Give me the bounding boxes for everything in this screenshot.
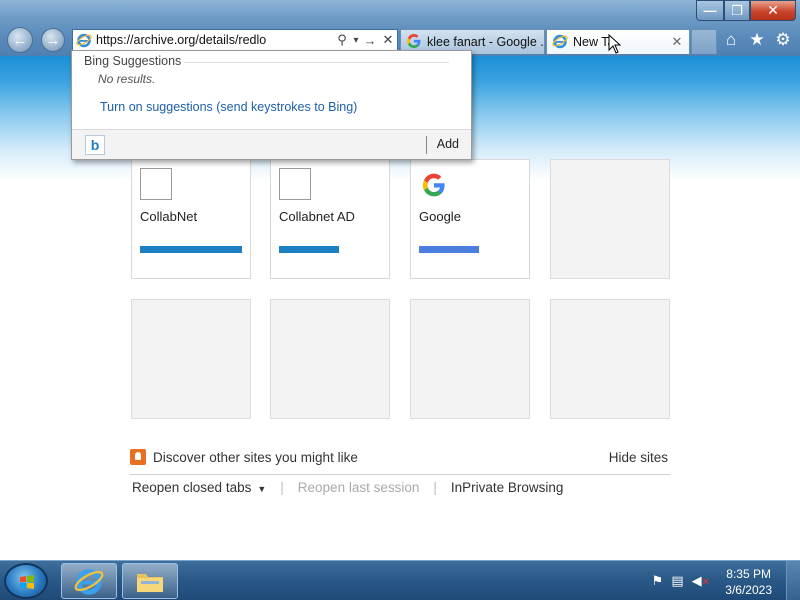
reopen-closed-tabs-link[interactable]: Reopen closed tabs ▼	[132, 480, 266, 495]
window-controls: — ❐ ✕	[696, 0, 796, 21]
back-button[interactable]: ←	[7, 27, 33, 53]
search-icon[interactable]: ⚲	[333, 32, 351, 48]
taskbar-clock[interactable]: 8:35 PM 3/6/2023	[725, 566, 772, 598]
minimize-button[interactable]: —	[696, 0, 724, 21]
address-bar[interactable]: https://archive.org/details/redlo ⚲ ▾ → …	[72, 29, 398, 51]
google-g-icon	[421, 172, 447, 201]
site-tile-google[interactable]: Google	[410, 159, 530, 279]
hide-sites-link[interactable]: Hide sites	[609, 450, 668, 465]
show-desktop-button[interactable]	[786, 561, 800, 600]
taskbar-ie-button[interactable]	[61, 563, 117, 599]
reopen-last-session-link[interactable]: Reopen last session	[298, 480, 420, 495]
divider	[184, 62, 449, 63]
activity-bar	[419, 246, 479, 253]
windows-taskbar: ⚑ ▤ ◀✕ 8:35 PM 3/6/2023	[0, 560, 800, 600]
tile-label: Google	[419, 209, 461, 224]
ie-icon	[74, 569, 104, 595]
caret-down-icon: ▼	[257, 484, 267, 494]
tile-label: Collabnet AD	[279, 209, 355, 224]
lightbulb-icon	[130, 449, 146, 465]
reopen-links: Reopen closed tabs ▼ | Reopen last sessio…	[132, 480, 563, 495]
close-window-button[interactable]: ✕	[750, 0, 796, 21]
restore-button[interactable]: ❐	[724, 0, 750, 21]
site-tile-collabnet-ad[interactable]: Collabnet AD	[270, 159, 390, 279]
stop-icon[interactable]: ✕	[379, 32, 397, 48]
site-favicon	[140, 168, 172, 200]
mouse-cursor-icon	[608, 34, 622, 54]
go-arrow-icon[interactable]: →	[361, 33, 379, 48]
site-favicon	[279, 168, 311, 200]
folder-icon	[137, 574, 163, 592]
divider: |	[280, 480, 284, 495]
suggestions-header: Bing Suggestions	[84, 54, 182, 68]
divider	[426, 136, 427, 154]
search-dropdown-icon[interactable]: ▾	[351, 35, 361, 46]
close-tab-icon[interactable]: ✕	[669, 34, 685, 50]
empty-tile[interactable]	[550, 159, 670, 279]
turn-on-suggestions-link[interactable]: Turn on suggestions (send keystrokes to …	[100, 100, 357, 114]
discover-sites-link[interactable]: Discover other sites you might like	[153, 450, 358, 465]
windows-logo-icon	[20, 575, 34, 589]
toolbar-icons: ⌂ ★ ⚙	[720, 29, 794, 51]
google-g-icon	[406, 33, 422, 52]
empty-tile[interactable]	[550, 299, 670, 419]
system-tray: ⚑ ▤ ◀✕	[652, 573, 710, 589]
address-suggestions-dropdown: Bing Suggestions No results. Turn on sug…	[71, 50, 472, 160]
empty-tile[interactable]	[410, 299, 530, 419]
empty-tile[interactable]	[131, 299, 251, 419]
new-tab-button[interactable]	[691, 29, 717, 54]
no-results-text: No results.	[98, 72, 156, 86]
url-input[interactable]: https://archive.org/details/redlo	[96, 33, 333, 47]
divider: |	[433, 480, 437, 495]
ie-icon	[552, 33, 568, 52]
site-tile-collabnet[interactable]: CollabNet	[131, 159, 251, 279]
network-icon[interactable]: ▤	[671, 573, 683, 589]
forward-button[interactable]: →	[41, 28, 65, 52]
tile-label: CollabNet	[140, 209, 198, 224]
gear-icon[interactable]: ⚙	[772, 29, 794, 51]
volume-muted-icon[interactable]: ◀✕	[692, 573, 710, 589]
activity-bar	[140, 246, 242, 253]
start-button[interactable]	[4, 563, 48, 599]
discover-sites-bar: Discover other sites you might like Hide…	[130, 449, 670, 475]
action-center-flag-icon[interactable]: ⚑	[652, 573, 664, 589]
tab-title: klee fanart - Google ...	[427, 35, 544, 49]
bing-icon[interactable]: b	[85, 135, 105, 155]
clock-date: 3/6/2023	[725, 583, 772, 597]
activity-bar	[279, 246, 339, 253]
clock-time: 8:35 PM	[726, 567, 771, 581]
add-search-provider-button[interactable]: Add	[437, 137, 459, 151]
suggestions-footer: b Add	[72, 129, 471, 159]
ie-icon	[76, 32, 92, 48]
inprivate-browsing-link[interactable]: InPrivate Browsing	[451, 480, 564, 495]
favorites-star-icon[interactable]: ★	[746, 29, 768, 51]
taskbar-explorer-button[interactable]	[122, 563, 178, 599]
empty-tile[interactable]	[270, 299, 390, 419]
home-icon[interactable]: ⌂	[720, 29, 742, 51]
